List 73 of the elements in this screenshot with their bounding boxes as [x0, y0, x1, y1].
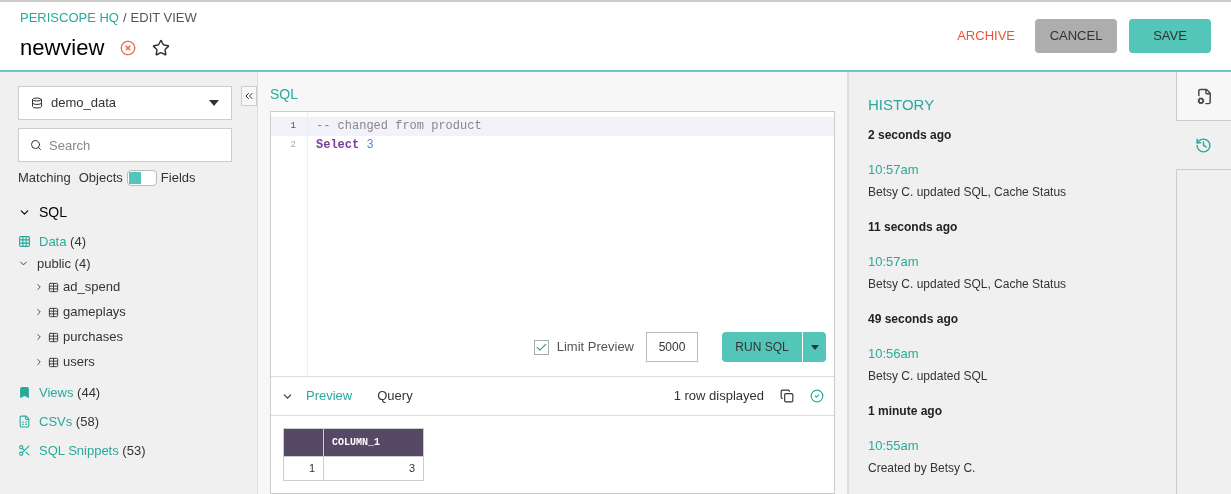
- database-dropdown[interactable]: demo_data: [18, 86, 232, 120]
- history-age: 2 seconds ago: [868, 126, 953, 144]
- database-icon: [31, 97, 43, 109]
- cancel-button[interactable]: CANCEL: [1035, 19, 1117, 53]
- toggle-option: Fields: [160, 168, 196, 188]
- code-line: Select 3: [315, 137, 375, 154]
- history-icon: [1195, 136, 1212, 154]
- line-number: 2: [289, 139, 297, 152]
- grid-icon: [18, 235, 31, 248]
- archive-button[interactable]: ARCHIVE: [949, 26, 1023, 46]
- table-icon: [48, 306, 59, 318]
- chevron-icon: [34, 282, 44, 292]
- history-time: 10:57am: [868, 252, 920, 271]
- document-gear-icon: [1195, 87, 1213, 105]
- history-age: 1 minute ago: [868, 402, 943, 420]
- breadcrumb-current: EDIT VIEW: [130, 8, 197, 27]
- table-icon: [48, 356, 59, 368]
- tree-item[interactable]: Data (4): [18, 230, 257, 253]
- history-text: Betsy C. updated SQL, Cache Status: [868, 275, 1068, 293]
- row-number: 1: [283, 456, 324, 481]
- star-icon[interactable]: [152, 38, 171, 57]
- section-header[interactable]: SQL: [18, 201, 257, 223]
- limit-preview-checkbox[interactable]: [533, 339, 549, 355]
- settings-tab[interactable]: [1176, 72, 1231, 121]
- objects-fields-switch[interactable]: [126, 169, 157, 186]
- double-chevron-icon: [243, 90, 255, 102]
- schema-item[interactable]: public (4): [18, 252, 257, 275]
- tree-item[interactable]: CSVs (58): [18, 410, 257, 433]
- collapse-button[interactable]: [241, 86, 257, 106]
- toggle-label: Matching: [18, 169, 71, 187]
- section-label: SQL: [270, 85, 299, 104]
- view-title: newview: [20, 34, 105, 63]
- file-icon: [18, 415, 31, 428]
- caret-icon: [810, 344, 819, 350]
- results-tab[interactable]: Query: [377, 386, 413, 406]
- save-button[interactable]: SAVE: [1129, 19, 1211, 53]
- tree-item[interactable]: Views (44): [18, 381, 257, 404]
- bookmark-icon: [18, 386, 31, 399]
- table-item[interactable]: ad_spend: [18, 274, 257, 300]
- dashed-x-icon[interactable]: [120, 39, 137, 56]
- caret-icon: [209, 100, 219, 106]
- history-text: Betsy C. updated SQL: [868, 367, 989, 385]
- copy-icon[interactable]: [780, 389, 794, 403]
- limit-field[interactable]: 5000: [646, 332, 698, 362]
- table-icon: [48, 331, 59, 343]
- search-icon: [30, 139, 42, 151]
- history-age: 49 seconds ago: [868, 310, 960, 328]
- search-field[interactable]: Search: [18, 128, 232, 162]
- row-count: 1 row displayed: [673, 387, 764, 406]
- scissors-icon: [18, 444, 31, 457]
- table-icon: [48, 281, 59, 293]
- table-item[interactable]: users: [18, 349, 257, 375]
- table-item[interactable]: gameplays: [18, 299, 257, 325]
- history-age: 11 seconds ago: [868, 218, 959, 236]
- run-options-button[interactable]: [802, 332, 826, 362]
- chevron-icon: [34, 307, 44, 317]
- run-sql-button[interactable]: RUN SQL: [722, 332, 802, 362]
- history-time: 10:56am: [868, 344, 920, 363]
- checkbox-label: Limit Preview: [556, 338, 634, 357]
- column-header: COLUMN_1: [323, 428, 424, 457]
- table-cell: 3: [323, 456, 424, 481]
- toggle-option: Objects: [78, 168, 123, 188]
- history-text: Created by Betsy C.: [868, 459, 977, 477]
- table-item[interactable]: purchases: [18, 324, 257, 350]
- history-text: Betsy C. updated SQL, Cache Status: [868, 183, 1068, 201]
- line-number: 1: [271, 117, 307, 136]
- history-time: 10:55am: [868, 436, 920, 455]
- breadcrumb-separator: /: [122, 8, 127, 27]
- history-title: HISTORY: [868, 95, 936, 115]
- tree-item[interactable]: SQL Snippets (53): [18, 439, 257, 462]
- chevron-icon: [34, 332, 44, 342]
- chevron-icon: [34, 357, 44, 367]
- history-time: 10:57am: [868, 160, 920, 179]
